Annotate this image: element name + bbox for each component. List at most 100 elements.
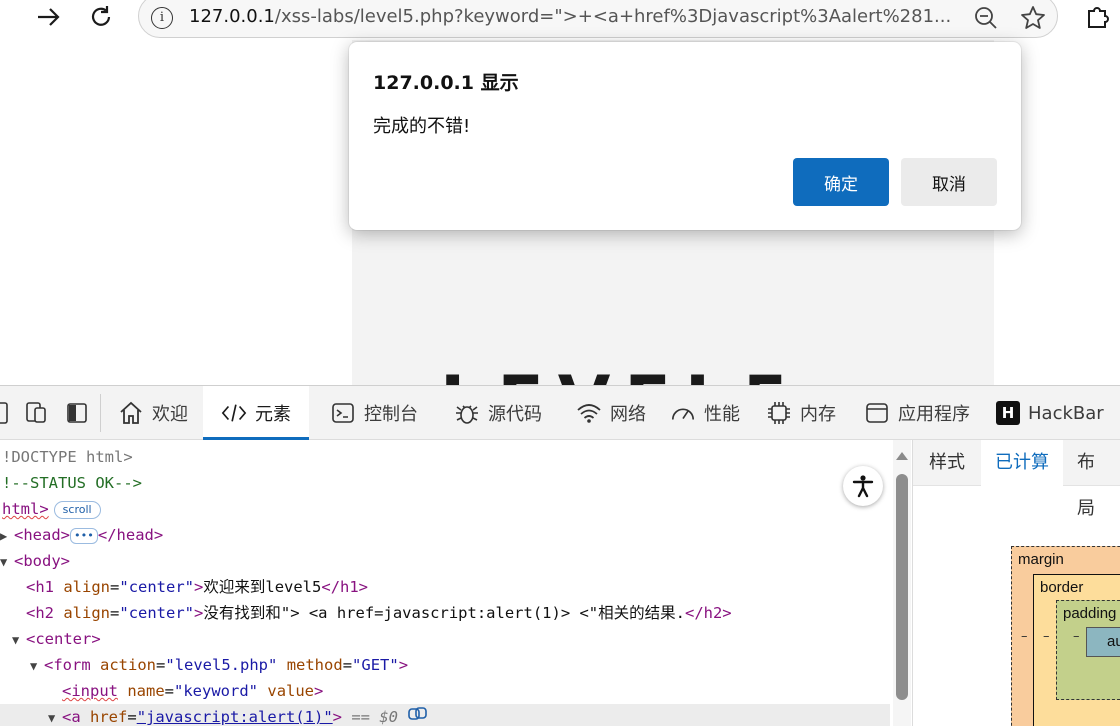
dom-h2-node[interactable]: <h2 align="center">没有找到和"> <a href=javas…: [26, 600, 732, 626]
dialog-title: 127.0.0.1 显示: [373, 72, 519, 94]
form-close: >: [398, 656, 409, 674]
dom-doctype[interactable]: !DOCTYPE html>: [2, 444, 133, 470]
dock-side-icon[interactable]: [62, 398, 92, 428]
collapse-arrow-icon[interactable]: ▼: [0, 549, 14, 575]
dialog-message: 完成的不错!: [373, 116, 471, 137]
tab-computed[interactable]: 已计算: [981, 440, 1063, 486]
alert-dialog: 127.0.0.1 显示 完成的不错! 确定 取消: [349, 42, 1021, 230]
inspect-device-icon[interactable]: [22, 398, 52, 428]
h1-text: 欢迎来到level5: [203, 578, 322, 596]
scroll-up-arrow-icon[interactable]: [896, 452, 908, 460]
copy-link-icon[interactable]: [407, 705, 429, 726]
tab-hackbar[interactable]: H HackBar: [996, 386, 1104, 440]
tabbar-divider: [100, 394, 101, 432]
margin-label: margin: [1018, 551, 1064, 568]
a-attr-href: href: [90, 708, 128, 726]
h1-close: </h1>: [321, 578, 369, 596]
dom-form-node[interactable]: ▼ <form action="level5.php" method="GET">: [30, 652, 408, 678]
h2-text: 没有找到和"> <a href=javascript:alert(1)> <"相…: [203, 604, 685, 622]
device-emulation-icon[interactable]: [0, 398, 16, 428]
expand-arrow-icon[interactable]: ▶: [0, 523, 14, 549]
site-info-icon[interactable]: i: [151, 7, 173, 29]
dom-a-node-selected[interactable]: ▼ <a href="javascript:alert(1)"> == $0: [0, 704, 890, 726]
tab-sources[interactable]: 源代码: [454, 386, 542, 440]
tab-layout[interactable]: 布局: [1063, 440, 1120, 519]
app-icon: [864, 400, 890, 426]
dom-tree[interactable]: !DOCTYPE html> !--STATUS OK--> html> scro…: [0, 440, 890, 726]
scroll-badge[interactable]: scroll: [53, 500, 101, 519]
bug-icon: [454, 400, 480, 426]
center-open: <center>: [26, 630, 101, 648]
h2-val: "center": [119, 604, 195, 622]
home-icon: [118, 400, 144, 426]
gauge-icon: [670, 400, 696, 426]
padding-label: padding: [1063, 605, 1117, 622]
form-attr-action: action: [100, 656, 157, 674]
head-close-tag: </head>: [97, 526, 164, 544]
content-label: auto: [1107, 633, 1120, 650]
tab-application[interactable]: 应用程序: [864, 386, 970, 440]
a-open: <a: [62, 708, 81, 726]
h2-open: <h2: [26, 604, 54, 622]
tab-label: 应用程序: [898, 404, 970, 425]
dom-center-node[interactable]: ▼ <center>: [12, 626, 101, 652]
address-bar[interactable]: i 127.0.0.1/xss-labs/level5.php?keyword=…: [138, 0, 1058, 38]
form-val-action: "level5.php": [165, 656, 278, 674]
refresh-icon[interactable]: [86, 2, 116, 32]
body-open-tag: <body>: [14, 552, 70, 570]
h1-attr: align: [63, 578, 111, 596]
dom-comment[interactable]: !--STATUS OK-->: [2, 470, 142, 496]
tab-label: 网络: [610, 404, 646, 425]
dom-input-node[interactable]: <input name="keyword" value>: [62, 678, 323, 704]
h1-val: "center": [119, 578, 195, 596]
dom-body-node[interactable]: ▼ <body>: [0, 548, 70, 574]
forward-icon[interactable]: [34, 2, 64, 32]
accessibility-icon[interactable]: [843, 466, 883, 506]
tab-styles[interactable]: 样式: [915, 440, 979, 486]
tab-memory[interactable]: 内存: [766, 386, 836, 440]
html-tag: html>: [2, 500, 49, 518]
url-host: 127.0.0.1: [189, 6, 275, 27]
dom-html-node[interactable]: html> scroll: [2, 496, 101, 522]
favorite-star-icon[interactable]: [1019, 4, 1047, 36]
hackbar-icon: H: [996, 401, 1020, 425]
input-attr-name: name: [127, 682, 165, 700]
address-url[interactable]: 127.0.0.1/xss-labs/level5.php?keyword=">…: [189, 6, 955, 27]
console-icon: [330, 400, 356, 426]
a-close: >: [332, 708, 342, 726]
input-open: <input: [62, 682, 118, 700]
h1-open: <h1: [26, 578, 54, 596]
border-label: border: [1040, 579, 1084, 596]
box-model-content[interactable]: auto: [1086, 627, 1120, 657]
dom-h1-node[interactable]: <h1 align="center">欢迎来到level5</h1>: [26, 574, 368, 600]
collapse-arrow-icon[interactable]: ▼: [48, 705, 62, 726]
collapsed-ellipsis[interactable]: •••: [70, 527, 98, 544]
tab-elements[interactable]: 元素: [203, 386, 309, 440]
tab-welcome[interactable]: 欢迎: [118, 386, 188, 440]
chip-icon: [766, 400, 792, 426]
extensions-puzzle-icon[interactable]: [1082, 2, 1112, 32]
margin-left-value[interactable]: –: [1021, 629, 1028, 644]
dom-head-node[interactable]: ▶ <head> ••• </head>: [0, 522, 163, 548]
input-val-name: "keyword": [174, 682, 259, 700]
devtools-tabbar: 欢迎 元素 控制台 源代码 网络 性能 内存 应用程序 H HackBar: [0, 386, 1120, 440]
dom-tree-scrollbar[interactable]: [893, 440, 911, 726]
border-left-value[interactable]: –: [1043, 629, 1050, 644]
tab-label: 元素: [255, 404, 291, 425]
zoom-out-icon[interactable]: [973, 5, 999, 35]
scrollbar-thumb[interactable]: [896, 474, 908, 700]
a-val-href[interactable]: "javascript:alert(1)": [137, 708, 333, 726]
url-path: /xss-labs/level5.php?keyword=">+<a+href%…: [274, 6, 952, 27]
tab-label: 性能: [704, 404, 740, 425]
ok-button[interactable]: 确定: [793, 158, 889, 206]
padding-left-value[interactable]: –: [1073, 629, 1080, 644]
h2-close: </h2>: [684, 604, 732, 622]
tab-performance[interactable]: 性能: [670, 386, 740, 440]
collapse-arrow-icon[interactable]: ▼: [12, 627, 26, 653]
form-open: <form: [44, 656, 91, 674]
cancel-button[interactable]: 取消: [901, 158, 997, 206]
tab-console[interactable]: 控制台: [330, 386, 418, 440]
head-open-tag: <head>: [14, 526, 70, 544]
tab-network[interactable]: 网络: [576, 386, 646, 440]
collapse-arrow-icon[interactable]: ▼: [30, 653, 44, 679]
